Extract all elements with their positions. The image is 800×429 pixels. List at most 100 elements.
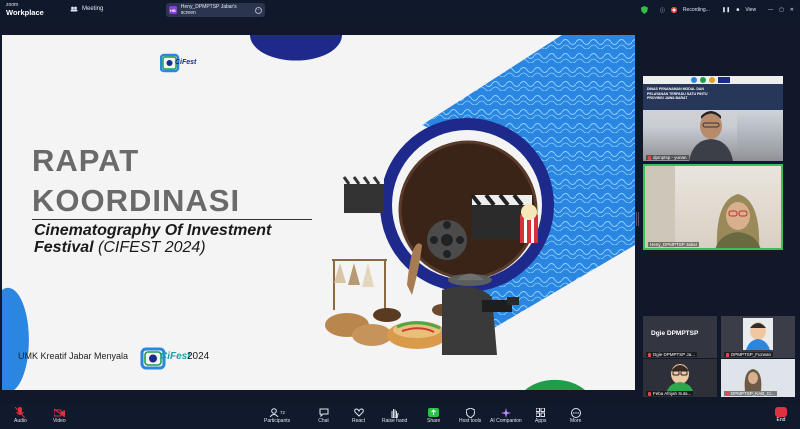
video-button[interactable]: Video <box>53 407 66 424</box>
share-screen-icon <box>428 407 440 418</box>
slide-footer-text: UMK Kreatif Jabar Menyala <box>18 351 129 361</box>
participant-tile-heny[interactable]: Heny_DPMPTSP Jabar <box>643 164 783 250</box>
cifest-logo-text: CiFest <box>175 59 197 66</box>
participant-tile-fuzwan[interactable]: DPMPTSP_Fuzwan <box>721 316 795 358</box>
participant-tile-dgie[interactable]: Dgie DPMPTSP Dgie DPMPTSP Ja... <box>643 316 717 358</box>
mic-muted-icon <box>726 391 729 396</box>
participant-tile-feba[interactable]: Feba Afrijah Suta... <box>643 359 717 397</box>
subtitle-cifest-year: (CIFEST 2024) <box>93 239 206 256</box>
meeting-toolbar: Audio Video 72 Participants Chat React R… <box>0 404 800 429</box>
participant-avatar <box>744 369 762 391</box>
maximize-icon[interactable]: ▢ <box>779 7 784 13</box>
recording-status[interactable]: Recording... <box>670 7 716 13</box>
participant-name: DPMPTSP_Fuzwan <box>731 352 772 357</box>
participant-name-label: DPMPTSP_Fuzwan <box>724 352 774 357</box>
apps-icon <box>535 407 546 418</box>
zoom-logo: zoom Workplace <box>6 2 44 16</box>
share-badge: HB <box>169 6 177 14</box>
more-button[interactable]: More <box>570 407 581 424</box>
meeting-tab[interactable]: Meeting <box>70 5 103 12</box>
ai-companion-button[interactable]: AI Companion <box>490 407 522 424</box>
end-call-icon <box>775 407 787 417</box>
participant-avatar <box>689 111 733 161</box>
view-button[interactable]: View <box>745 7 762 13</box>
ai-companion-label: AI Companion <box>490 418 522 424</box>
more-options-icon[interactable]: ⋯ <box>255 6 262 14</box>
pause-icon[interactable]: ❚❚ <box>722 7 730 13</box>
participants-icon: 72 <box>266 407 288 418</box>
audio-button[interactable]: Audio <box>14 407 27 424</box>
participants-button[interactable]: 72 Participants <box>264 407 290 424</box>
raise-hand-button[interactable]: Raise hand <box>382 407 407 424</box>
gov-logo-icon <box>709 77 715 83</box>
view-label: View <box>745 7 757 13</box>
participant-name: DPMPTSP_KAB_Ci... <box>731 391 775 396</box>
participant-name-label: Feba Afrijah Suta... <box>646 391 694 396</box>
close-icon[interactable]: ✕ <box>790 7 794 13</box>
end-meeting-button[interactable]: End <box>775 407 787 423</box>
record-icon <box>670 7 677 13</box>
slide-title-line1: RAPAT <box>32 143 140 178</box>
participant-tile-yunan[interactable]: DINAS PENANAMAN MODAL DAN PELAYANAN TERP… <box>643 76 783 161</box>
footer-cifest-text: CiFest <box>160 351 191 362</box>
panel-resize-handle[interactable] <box>636 212 639 226</box>
security-shield-icon[interactable] <box>640 6 654 14</box>
shield-icon <box>465 407 476 418</box>
gov-logo-icon <box>700 77 706 83</box>
share-label: Heny_DPMPTSP Jabar's screen <box>180 4 237 16</box>
react-label: React <box>352 418 366 424</box>
participant-tile-kab[interactable]: DPMPTSP_KAB_Ci... <box>721 359 795 397</box>
screen-share-pill[interactable]: HB Heny_DPMPTSP Jabar's screen ⋯ <box>166 3 265 17</box>
participants-count: 72 <box>280 410 286 415</box>
end-label: End <box>776 417 786 423</box>
participant-avatar <box>743 318 773 350</box>
shared-screen-slide: CiFest RAPAT KOORDINASI Cinematography O… <box>2 35 635 390</box>
participant-name: dpmptsp - yunan <box>653 155 687 160</box>
share-button[interactable]: Share <box>427 407 440 424</box>
meeting-label: Meeting <box>82 5 104 12</box>
participant-name-label: dpmptsp - yunan <box>646 155 689 160</box>
mic-muted-icon <box>648 391 651 396</box>
top-right-controls: ⓘ Recording... ❚❚ ■ View — ▢ ✕ <box>640 0 800 20</box>
participant-name: Feba Afrijah Suta... <box>653 391 692 396</box>
video-off-icon <box>53 407 65 418</box>
stop-icon[interactable]: ■ <box>736 7 739 13</box>
footer-year: 2024 <box>187 351 210 362</box>
sparkle-icon <box>500 407 511 418</box>
more-icon <box>570 407 581 418</box>
participant-name-label: Dgie DPMPTSP Ja... <box>646 352 697 357</box>
mic-muted-icon <box>726 352 729 357</box>
participant-avatar <box>715 194 761 248</box>
info-icon[interactable]: ⓘ <box>660 7 665 14</box>
top-bar: zoom Workplace Meeting HB Heny_DPMPTSP J… <box>0 0 800 20</box>
participant-avatar <box>667 364 693 391</box>
host-tools-button[interactable]: Host tools <box>459 407 481 424</box>
react-button[interactable]: React <box>352 407 365 424</box>
microphone-muted-icon <box>15 407 26 418</box>
hand-icon <box>389 407 400 418</box>
meeting-icon <box>70 6 78 12</box>
mic-muted-icon <box>648 155 651 160</box>
slide-subtitle-line1: Cinematography Of Investment <box>34 222 271 240</box>
minimize-icon[interactable]: — <box>768 7 773 13</box>
participant-name: Heny_DPMPTSP Jabar <box>650 242 698 247</box>
subtitle-festival: Festival <box>34 239 94 256</box>
logo-row <box>691 77 741 83</box>
participant-display-name: Dgie DPMPTSP <box>651 330 699 337</box>
apps-button[interactable]: Apps <box>535 407 546 424</box>
gov-logo-icon <box>718 77 730 83</box>
raise-hand-label: Raise hand <box>382 418 408 424</box>
chat-icon <box>318 407 329 418</box>
participant-name-label: Heny_DPMPTSP Jabar <box>648 242 700 247</box>
heart-icon <box>353 407 364 418</box>
gov-logo-icon <box>691 77 697 83</box>
participant-name-label: DPMPTSP_KAB_Ci... <box>724 391 777 396</box>
host-tools-label: Host tools <box>459 418 482 424</box>
chat-button[interactable]: Chat <box>318 407 329 424</box>
brand-workplace: Workplace <box>6 8 44 17</box>
title-underline <box>32 219 312 220</box>
apps-label: Apps <box>535 418 547 424</box>
window-backdrop <box>645 166 675 248</box>
more-label: More <box>570 418 582 424</box>
zoom-window: zoom Workplace Meeting HB Heny_DPMPTSP J… <box>0 0 800 429</box>
